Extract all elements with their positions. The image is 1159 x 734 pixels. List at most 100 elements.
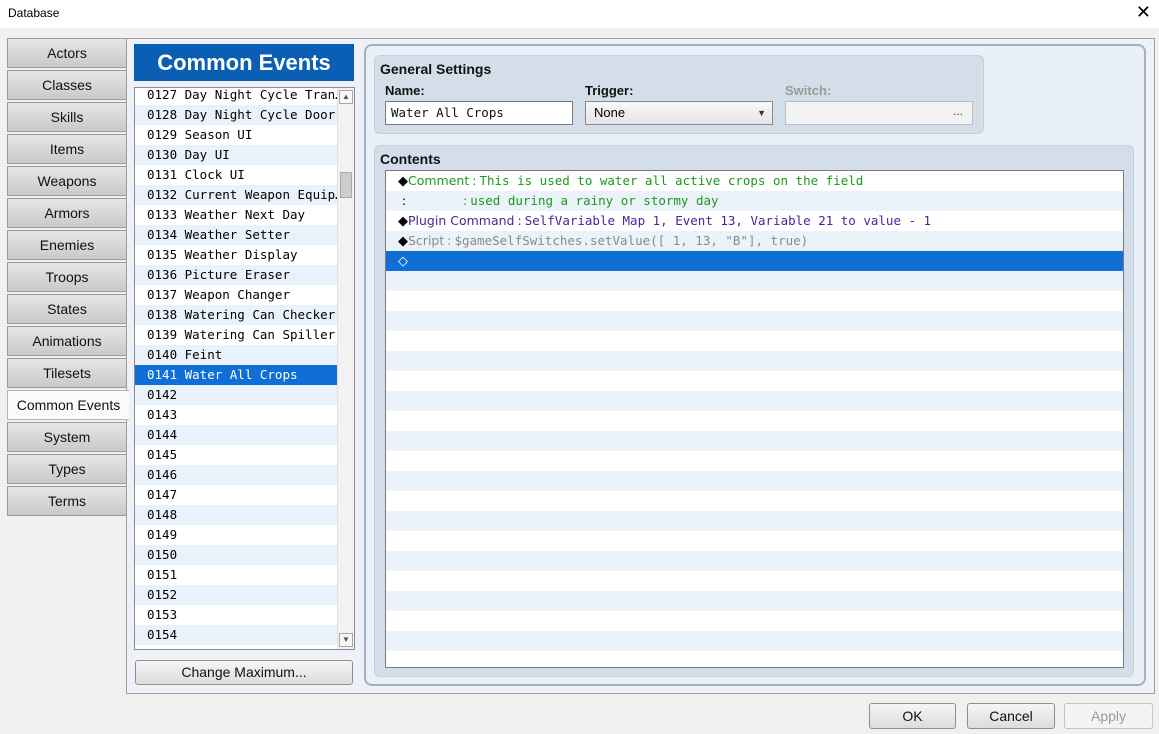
tab-weapons[interactable]: Weapons: [7, 166, 127, 196]
list-item[interactable]: 0132 Current Weapon Equip…: [135, 185, 338, 205]
general-settings-title: General Settings: [380, 61, 492, 77]
event-list-scrollbar[interactable]: ▲ ▼: [337, 88, 354, 649]
list-item[interactable]: 0155: [135, 645, 338, 649]
list-item[interactable]: 0141 Water All Crops: [135, 365, 338, 385]
list-item[interactable]: 0153: [135, 605, 338, 625]
empty-row: [386, 391, 1123, 411]
list-item[interactable]: 0151: [135, 565, 338, 585]
empty-row: [386, 351, 1123, 371]
database-tabs: Actors Classes Skills Items Weapons Armors Ene…: [7, 38, 129, 518]
command-name: :: [402, 193, 407, 208]
tab-actors[interactable]: Actors: [7, 38, 127, 68]
list-item[interactable]: 0149: [135, 525, 338, 545]
empty-row: [386, 291, 1123, 311]
cancel-button[interactable]: Cancel: [967, 703, 1055, 729]
scroll-up-icon[interactable]: ▲: [339, 90, 353, 104]
empty-row: [386, 591, 1123, 611]
tab-system[interactable]: System: [7, 422, 127, 452]
command-text: used during a rainy or stormy day: [470, 193, 719, 208]
contents-title: Contents: [380, 151, 441, 167]
list-item[interactable]: 0131 Clock UI: [135, 165, 338, 185]
common-events-header: Common Events: [134, 44, 354, 81]
list-item[interactable]: 0142: [135, 385, 338, 405]
empty-row: [386, 471, 1123, 491]
tab-skills[interactable]: Skills: [7, 102, 127, 132]
switch-input: ...: [785, 101, 973, 125]
list-item[interactable]: 0135 Weather Display: [135, 245, 338, 265]
diamond-icon: ◆: [398, 174, 408, 189]
tab-items[interactable]: Items: [7, 134, 127, 164]
list-item[interactable]: 0137 Weapon Changer: [135, 285, 338, 305]
tab-enemies[interactable]: Enemies: [7, 230, 127, 260]
tab-types[interactable]: Types: [7, 454, 127, 484]
command-separator: :: [447, 233, 452, 248]
command-row[interactable]: ◇: [386, 251, 1123, 271]
tab-common-events[interactable]: Common Events: [7, 390, 129, 420]
command-row[interactable]: ◆Plugin Command: SelfVariable Map 1, Even…: [386, 211, 1123, 231]
event-rows: 0127 Day Night Cycle Tran… 0128 Day Night…: [135, 88, 338, 649]
list-item[interactable]: 0150: [135, 545, 338, 565]
list-item[interactable]: 0148: [135, 505, 338, 525]
close-icon[interactable]: ✕: [1136, 2, 1151, 22]
tab-tilesets[interactable]: Tilesets: [7, 358, 127, 388]
empty-row: [386, 451, 1123, 471]
tab-troops[interactable]: Troops: [7, 262, 127, 292]
name-input[interactable]: Water All Crops: [385, 101, 573, 125]
empty-row: [386, 411, 1123, 431]
list-item[interactable]: 0130 Day UI: [135, 145, 338, 165]
empty-row: [386, 551, 1123, 571]
tab-terms[interactable]: Terms: [7, 486, 127, 516]
scroll-down-icon[interactable]: ▼: [339, 633, 353, 647]
empty-row: [386, 431, 1123, 451]
diamond-icon: ◇: [398, 254, 408, 269]
list-item[interactable]: 0138 Watering Can Checker: [135, 305, 338, 325]
tab-armors[interactable]: Armors: [7, 198, 127, 228]
command-separator: [408, 253, 414, 268]
empty-row: [386, 631, 1123, 651]
list-item[interactable]: 0134 Weather Setter: [135, 225, 338, 245]
list-item[interactable]: 0143: [135, 405, 338, 425]
tab-states[interactable]: States: [7, 294, 127, 324]
common-event-list[interactable]: 0127 Day Night Cycle Tran… 0128 Day Night…: [134, 87, 355, 650]
name-label: Name:: [385, 83, 425, 98]
switch-label: Switch:: [785, 83, 832, 98]
trigger-select[interactable]: None ▼: [585, 101, 773, 125]
list-item[interactable]: 0127 Day Night Cycle Tran…: [135, 88, 338, 105]
list-item[interactable]: 0128 Day Night Cycle Door: [135, 105, 338, 125]
empty-row: [386, 511, 1123, 531]
command-separator: :: [472, 173, 477, 188]
list-item[interactable]: 0133 Weather Next Day: [135, 205, 338, 225]
ok-button[interactable]: OK: [869, 703, 956, 729]
apply-button[interactable]: Apply: [1064, 703, 1153, 729]
command-separator: :: [517, 213, 522, 228]
list-item[interactable]: 0136 Picture Eraser: [135, 265, 338, 285]
event-command-list[interactable]: ◆Comment: This is used to water all activ…: [385, 170, 1124, 668]
list-item[interactable]: 0144: [135, 425, 338, 445]
diamond-icon: ◆: [398, 234, 408, 249]
list-item[interactable]: 0145: [135, 445, 338, 465]
window-title: Database: [8, 6, 60, 20]
change-maximum-button[interactable]: Change Maximum...: [135, 660, 353, 685]
list-item[interactable]: 0139 Watering Can Spiller: [135, 325, 338, 345]
command-separator: :: [463, 193, 468, 208]
empty-row: [386, 331, 1123, 351]
diamond-icon: ◆: [398, 214, 408, 229]
command-text: SelfVariable Map 1, Event 13, Variable 2…: [524, 213, 932, 228]
list-item[interactable]: 0152: [135, 585, 338, 605]
list-item[interactable]: 0147: [135, 485, 338, 505]
tab-animations[interactable]: Animations: [7, 326, 127, 356]
list-item[interactable]: 0129 Season UI: [135, 125, 338, 145]
command-row[interactable]: :: used during a rainy or stormy day: [386, 191, 1123, 211]
command-name: Script: [408, 233, 445, 248]
command-row[interactable]: ◆Script: $gameSelfSwitches.setValue([ 1, …: [386, 231, 1123, 251]
command-name: Comment: [408, 173, 470, 188]
empty-row: [386, 571, 1123, 591]
scroll-thumb[interactable]: [340, 172, 352, 198]
command-row[interactable]: ◆Comment: This is used to water all activ…: [386, 171, 1123, 191]
empty-row: [386, 611, 1123, 631]
switch-picker-button: ...: [952, 104, 963, 118]
list-item[interactable]: 0140 Feint: [135, 345, 338, 365]
list-item[interactable]: 0146: [135, 465, 338, 485]
tab-classes[interactable]: Classes: [7, 70, 127, 100]
list-item[interactable]: 0154: [135, 625, 338, 645]
